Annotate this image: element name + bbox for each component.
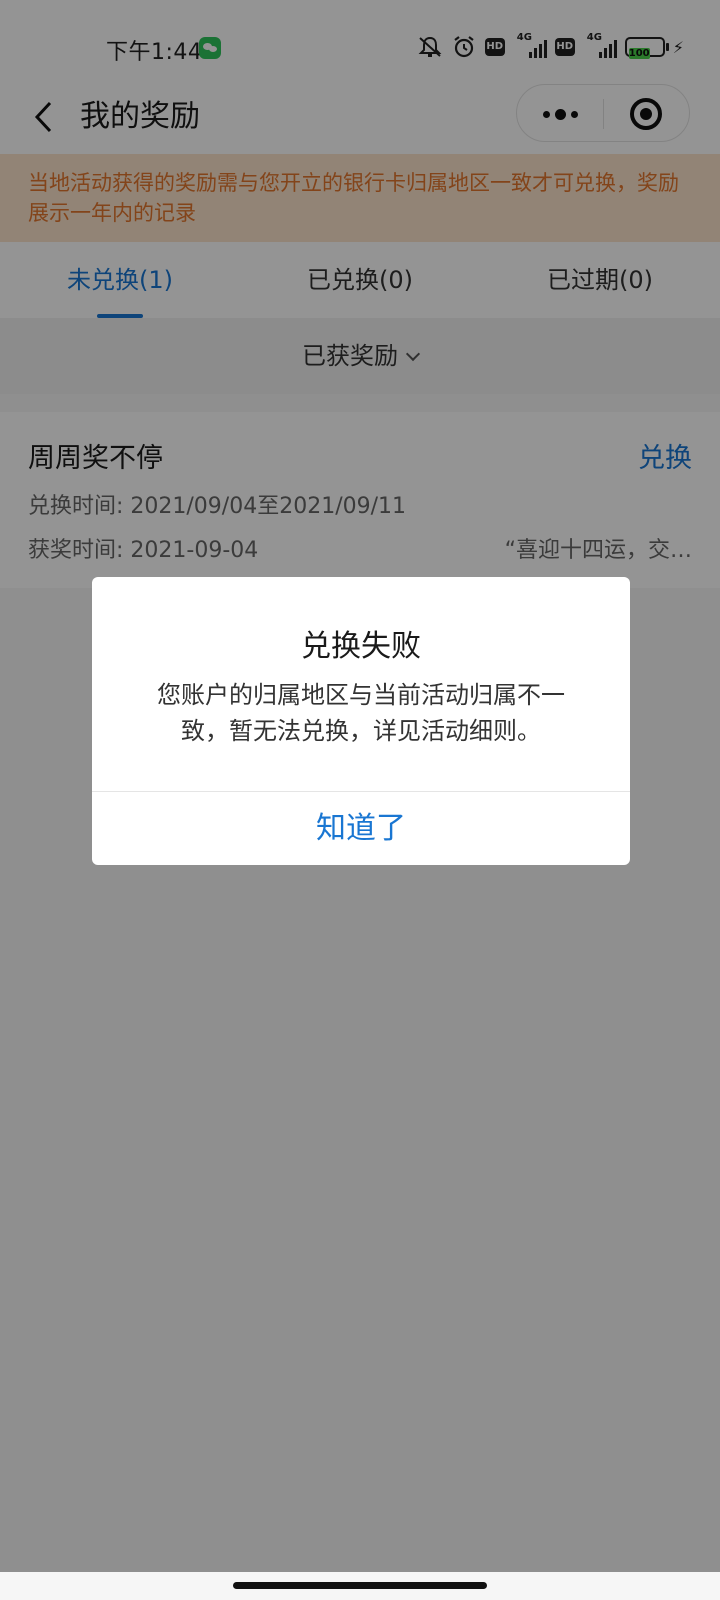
dialog-title: 兑换失败 [301,629,421,664]
error-dialog: 兑换失败 您账户的归属地区与当前活动归属不一致，暂无法兑换，详见活动细则。 知道… [92,577,630,865]
confirm-button[interactable]: 知道了 [92,792,630,865]
home-indicator[interactable] [233,1582,487,1589]
dialog-message: 您账户的归属地区与当前活动归属不一致，暂无法兑换，详见活动细则。 [157,681,565,745]
home-indicator-area [0,1572,720,1600]
page: 下午1:44 HD 4G HD 4G 100 ⚡ 我的奖励 当地活动获得的奖励需… [0,0,720,1600]
